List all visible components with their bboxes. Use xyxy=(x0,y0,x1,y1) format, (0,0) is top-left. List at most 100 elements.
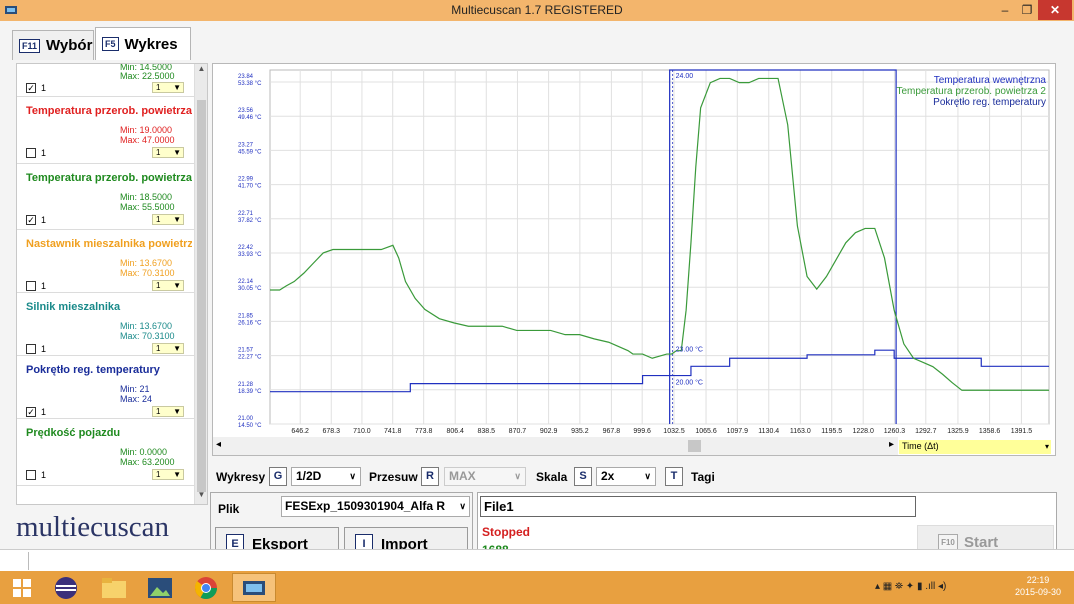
logo: multiecuscan xyxy=(16,511,170,543)
y-tick-label-green: 53.38 °C xyxy=(238,81,262,87)
parameter-checkbox[interactable]: ✓ xyxy=(26,215,36,225)
time-axis-label: Time (Δt) xyxy=(902,441,939,451)
time-axis-select[interactable]: Time (Δt) ▾ xyxy=(899,440,1051,454)
parameter-max: Max: 63.2000 xyxy=(120,457,175,467)
parameter-checkbox[interactable] xyxy=(26,281,36,291)
tab-key-f5: F5 xyxy=(102,37,119,51)
x-tick-label: 1032.5 xyxy=(663,428,685,435)
y-tick-label-green: 26.16 °C xyxy=(238,320,262,326)
horizontal-scrollbar[interactable]: ◂ ▸ xyxy=(213,437,898,455)
parameter-list: Min: 14.5000 Max: 22.5000 ✓ 1 1 ▼ Temperatura … xyxy=(17,64,194,504)
x-tick-label: 838.5 xyxy=(478,428,496,435)
parameter-scale-select[interactable]: 1 ▼ xyxy=(152,406,184,417)
parameter-item: Temperatura przerob. powietrza Min: 19.00… xyxy=(17,97,194,164)
system-tray[interactable]: ▴ ▦ ⛯ ✦ ▮ .ıll ◂) xyxy=(875,581,946,592)
wykresy-value: 1/2D xyxy=(296,469,322,483)
skala-select[interactable]: 2x ∨ xyxy=(596,467,656,486)
wykresy-select[interactable]: 1/2D ∨ xyxy=(291,467,361,486)
parameter-item: Prędkość pojazdu Min: 0.0000 Max: 63.2000 1… xyxy=(17,419,194,486)
przesuw-value: MAX xyxy=(449,469,476,483)
chart-annotation: 20.00 °C xyxy=(676,379,703,387)
filename-field[interactable]: File1 xyxy=(480,496,916,517)
minimize-button[interactable]: – xyxy=(994,0,1016,20)
scroll-left-icon[interactable]: ◂ xyxy=(216,439,221,450)
parameter-min: Min: 21 xyxy=(120,384,150,394)
scroll-thumb[interactable] xyxy=(688,440,701,452)
parameter-checkbox[interactable] xyxy=(26,148,36,158)
parameter-scale-select[interactable]: 1 ▼ xyxy=(152,214,184,225)
window-title: Multiecuscan 1.7 REGISTERED xyxy=(451,3,623,17)
clock-time: 22:19 xyxy=(1026,575,1050,585)
chart-annotation: 24.00 xyxy=(676,73,694,80)
parameter-scale-select[interactable]: 1 ▼ xyxy=(152,82,184,93)
image-viewer-icon[interactable] xyxy=(138,573,182,602)
chrome-icon[interactable] xyxy=(184,573,228,602)
parameter-scale-select[interactable]: 1 ▼ xyxy=(152,343,184,354)
scroll-thumb[interactable] xyxy=(197,100,206,492)
przesuw-key[interactable]: R xyxy=(421,467,439,486)
eclipse-icon[interactable] xyxy=(44,573,88,602)
przesuw-label: Przesuw xyxy=(369,470,418,484)
parameter-axis: 1 xyxy=(41,83,47,93)
dropdown-arrow-icon: ▼ xyxy=(173,215,181,224)
y-tick-label-green: 33.93 °C xyxy=(238,252,262,258)
tab-label: Wykres xyxy=(124,35,178,53)
parameter-scale-select[interactable]: 1 ▼ xyxy=(152,469,184,480)
parameter-checkbox[interactable] xyxy=(26,344,36,354)
x-tick-label: 1163.0 xyxy=(790,428,811,435)
tagi-key[interactable]: T xyxy=(665,467,683,486)
x-tick-label: 1130.4 xyxy=(758,428,779,435)
scale-value: 1 xyxy=(156,470,161,479)
y-tick-label-green: 45.59 °C xyxy=(238,149,262,155)
parameter-max: Max: 70.3100 xyxy=(120,331,175,341)
parameter-max: Max: 24 xyxy=(120,394,153,404)
scale-value: 1 xyxy=(156,344,161,353)
y-tick-label-blue: 22.42 xyxy=(238,245,254,251)
tab-key-f11: F11 xyxy=(19,38,41,53)
parameter-item: Temperatura przerob. powietrza 2 Min: 18.… xyxy=(17,164,194,230)
x-tick-label: 1260.3 xyxy=(884,428,906,435)
status-text: Stopped xyxy=(482,525,530,539)
y-tick-label-blue: 21.28 xyxy=(238,382,254,388)
vertical-scrollbar[interactable]: ▲ ▼ xyxy=(194,64,207,504)
tab-wykres[interactable]: F5 Wykres xyxy=(95,27,191,60)
y-tick-label-green: 49.46 °C xyxy=(238,115,262,121)
clock[interactable]: 22:19 2015-09-30 xyxy=(1006,574,1070,598)
y-tick-label-blue: 22.14 xyxy=(238,279,254,285)
windows-start-icon[interactable] xyxy=(0,573,44,602)
dropdown-arrow-icon: ∨ xyxy=(514,471,521,481)
parameter-scale-select[interactable]: 1 ▼ xyxy=(152,147,184,158)
parameter-checkbox[interactable]: ✓ xyxy=(26,83,36,93)
y-tick-label-blue: 22.71 xyxy=(238,211,254,217)
parameter-checkbox[interactable] xyxy=(26,470,36,480)
file-value: FESExp_1509301904_Alfa R xyxy=(285,499,446,513)
tagi-label[interactable]: Tagi xyxy=(691,470,715,484)
x-tick-label: 741.8 xyxy=(384,428,402,435)
x-tick-label: 870.7 xyxy=(509,428,527,435)
chart-controls: Wykresy G 1/2D ∨ Przesuw R MAX ∨ Skala S… xyxy=(216,466,1056,488)
przesuw-select[interactable]: MAX ∨ xyxy=(444,467,526,486)
clock-date: 2015-09-30 xyxy=(1014,587,1062,597)
dropdown-arrow-icon: ▼ xyxy=(173,281,181,290)
x-tick-label: 1065.6 xyxy=(695,428,717,435)
scroll-down-icon[interactable]: ▼ xyxy=(195,490,207,504)
y-tick-label-green: 30.05 °C xyxy=(238,286,262,292)
parameter-item: Silnik mieszalnika Min: 13.6700 Max: 70.31… xyxy=(17,293,194,356)
y-tick-label-green: 37.82 °C xyxy=(238,218,262,224)
tab-wybor[interactable]: F11 Wybór xyxy=(12,30,94,60)
file-select[interactable]: FESExp_1509301904_Alfa R ∨ xyxy=(281,496,470,517)
parameter-scale-select[interactable]: 1 ▼ xyxy=(152,280,184,291)
close-button[interactable]: ✕ xyxy=(1038,0,1072,20)
multiecuscan-task-icon[interactable] xyxy=(232,573,276,602)
scroll-up-icon[interactable]: ▲ xyxy=(195,64,207,78)
y-tick-label-blue: 23.56 xyxy=(238,108,254,114)
maximize-button[interactable]: ❐ xyxy=(1016,0,1038,20)
parameter-checkbox[interactable]: ✓ xyxy=(26,407,36,417)
x-tick-label: 1292.7 xyxy=(915,428,937,435)
scale-value: 1 xyxy=(156,407,161,416)
scroll-right-icon[interactable]: ▸ xyxy=(889,439,894,450)
wykresy-key[interactable]: G xyxy=(269,467,287,486)
file-explorer-icon[interactable] xyxy=(92,573,136,602)
parameter-max: Max: 70.3100 xyxy=(120,268,175,278)
skala-key[interactable]: S xyxy=(574,467,592,486)
